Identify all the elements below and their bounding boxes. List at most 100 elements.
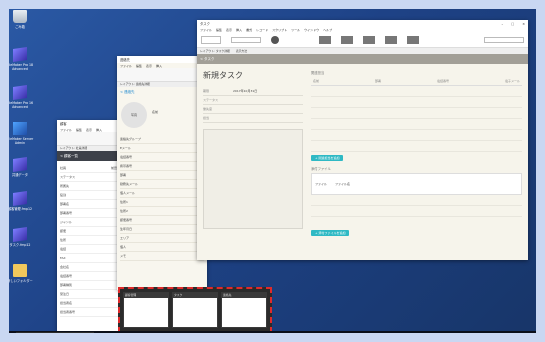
contact-field-label[interactable]: 郵便番号 bbox=[120, 216, 204, 225]
attachment-heading: 添付ファイル bbox=[311, 167, 331, 171]
record-counter[interactable] bbox=[231, 36, 261, 43]
col-dept: 部署 bbox=[374, 79, 381, 83]
menu-format[interactable]: 書式 bbox=[246, 28, 252, 32]
field-label: 郵便 bbox=[60, 229, 67, 233]
maximize-button[interactable]: □ bbox=[511, 22, 514, 26]
contact-field-label[interactable]: 個人メール bbox=[120, 189, 204, 198]
search-box[interactable]: ここに入力して検索 bbox=[16, 332, 94, 341]
record-nav[interactable] bbox=[201, 35, 221, 44]
menu-edit[interactable]: 編集 bbox=[76, 128, 82, 132]
back-link[interactable]: < タスク bbox=[197, 54, 528, 64]
quick-find-input[interactable] bbox=[484, 36, 524, 43]
menu-insert[interactable]: 挿入 bbox=[156, 64, 162, 68]
find-icon[interactable] bbox=[363, 35, 375, 44]
contact-field-label[interactable]: メモ bbox=[120, 252, 204, 261]
thumbnail-customer[interactable]: 顧客管理 bbox=[123, 292, 169, 328]
name-label: 名前 bbox=[152, 110, 159, 114]
field-row: 電話 bbox=[60, 245, 124, 254]
field-label: ジャンル bbox=[60, 220, 72, 224]
contact-field-label[interactable]: 電話番号 bbox=[120, 153, 204, 162]
thumbnail-contacts[interactable]: 連絡先 bbox=[221, 292, 267, 328]
desktop-icon-filemaker-16[interactable]: FileMaker Pro 16 Advanced bbox=[3, 85, 37, 109]
field-row: 部署番号 bbox=[60, 209, 124, 218]
menu-file[interactable]: ファイル bbox=[60, 128, 72, 132]
task-view-icon[interactable] bbox=[97, 333, 104, 340]
task-field-label: ステータス bbox=[203, 98, 219, 102]
sort-icon[interactable] bbox=[385, 35, 397, 44]
related-header-row: 名前 部署 電話番号 電子メール bbox=[311, 77, 522, 86]
contact-field-label[interactable]: 部署 bbox=[120, 171, 204, 180]
related-portal[interactable] bbox=[311, 86, 522, 152]
edge-icon[interactable] bbox=[123, 333, 130, 340]
field-label: 社員 bbox=[60, 166, 67, 170]
close-button[interactable]: × bbox=[522, 22, 525, 26]
attachment-row[interactable]: ファイル ファイル名 bbox=[311, 173, 522, 195]
contact-field-label[interactable]: 連絡先グループ bbox=[120, 135, 204, 144]
menu-file[interactable]: ファイル bbox=[120, 64, 132, 68]
field-label: 役割 bbox=[60, 193, 67, 197]
desktop-icon-filemaker-18[interactable]: FileMaker Pro 18 Advanced bbox=[3, 47, 37, 71]
related-heading: 関連担当 bbox=[311, 71, 325, 75]
contact-field-label[interactable]: 勤務先メール bbox=[120, 180, 204, 189]
menu-tools[interactable]: ツール bbox=[291, 28, 300, 32]
minimize-button[interactable]: – bbox=[501, 22, 503, 26]
add-related-button[interactable]: + 関連担当を追加 bbox=[311, 155, 344, 161]
field-row: 担当者名 bbox=[60, 299, 124, 308]
menu-view[interactable]: 表示 bbox=[146, 64, 152, 68]
task-field-value[interactable]: 2017年10月31日 bbox=[233, 89, 257, 93]
explorer-icon[interactable] bbox=[110, 333, 117, 340]
contact-field-label[interactable]: Eメール bbox=[120, 144, 204, 153]
menu-window[interactable]: ウインドウ bbox=[304, 28, 319, 32]
menu-view[interactable]: 表示 bbox=[226, 28, 232, 32]
contact-field-label[interactable]: エリア bbox=[120, 234, 204, 243]
menu-edit[interactable]: 編集 bbox=[216, 28, 222, 32]
menu-file[interactable]: ファイル bbox=[200, 28, 212, 32]
attachment-portal[interactable] bbox=[311, 195, 522, 227]
field-row: 会社名 bbox=[60, 263, 124, 272]
menu-insert[interactable]: 挿入 bbox=[236, 28, 242, 32]
share-icon[interactable] bbox=[407, 35, 419, 44]
thumbnail-task[interactable]: タスク bbox=[172, 292, 218, 328]
contact-field-label[interactable]: 住所1 bbox=[120, 198, 204, 207]
avatar[interactable]: 写真 bbox=[121, 102, 147, 128]
menu-scripts[interactable]: スクリプト bbox=[272, 28, 287, 32]
back-link[interactable]: < 連絡先 bbox=[117, 87, 207, 98]
field-label: 部署番号 bbox=[60, 211, 73, 215]
menu-view[interactable]: 表示 bbox=[86, 128, 92, 132]
menu-edit[interactable]: 編集 bbox=[136, 64, 142, 68]
menu-help[interactable]: ヘルプ bbox=[323, 28, 332, 32]
contact-field-label[interactable]: 住所2 bbox=[120, 207, 204, 216]
desktop-icon-server-admin[interactable]: FileMaker Server Admin bbox=[3, 122, 37, 145]
desktop-icon-common[interactable]: 共通データ bbox=[3, 157, 37, 177]
menu-records[interactable]: レコード bbox=[256, 28, 268, 32]
clock-date[interactable]: 2019/10/30 bbox=[516, 336, 533, 340]
field-label: FAX bbox=[60, 256, 66, 260]
start-icon[interactable] bbox=[4, 333, 10, 340]
desktop-icon-folder[interactable]: 新しいフォルダー bbox=[3, 264, 37, 283]
task-window[interactable]: タスク – □ × ファイル 編集 表示 挿入 書式 レコード スクリプト ツー… bbox=[197, 20, 528, 260]
filemaker-icon bbox=[13, 47, 27, 62]
contacts-window[interactable]: 連絡先 ファイル 編集 表示 挿入 レイアウト: 連絡先詳細 < 連絡先 写真 … bbox=[117, 56, 207, 290]
view-as[interactable]: 表示方法 bbox=[236, 49, 247, 53]
desktop-icon-recycle-bin[interactable]: ごみ箱 bbox=[3, 10, 37, 29]
notes-field[interactable] bbox=[203, 129, 303, 229]
contact-fields: 連絡先グループ Eメール 電話番号 携帯番号 部署 勤務先メール 個人メール 住所1 住所2 郵便… bbox=[117, 132, 207, 264]
ime-indicator[interactable]: A bbox=[510, 335, 512, 339]
show-desktop-button[interactable] bbox=[537, 333, 541, 340]
contact-field-label[interactable]: 個人 bbox=[120, 243, 204, 252]
task-title[interactable]: 新規タスク bbox=[203, 70, 303, 81]
desktop-icon-task[interactable]: タスク.fmp12 bbox=[3, 227, 37, 247]
contact-field-label[interactable]: 携帯番号 bbox=[120, 162, 204, 171]
menu-insert[interactable]: 挿入 bbox=[96, 128, 102, 132]
add-attachment-button[interactable]: + 添付ファイルを追加 bbox=[311, 230, 350, 236]
recycle-bin-icon bbox=[13, 10, 27, 23]
folder-icon bbox=[13, 264, 27, 277]
contact-field-label[interactable]: 生年月日 bbox=[120, 225, 204, 234]
field-label: 電話番号 bbox=[60, 274, 73, 278]
new-record-icon[interactable] bbox=[319, 35, 331, 44]
desktop-icon-customer[interactable]: 顧客管理.fmp12 bbox=[3, 191, 37, 211]
layout-selector[interactable]: レイアウト: タスク詳細 bbox=[200, 49, 230, 53]
filemaker-taskbar-icon[interactable] bbox=[136, 333, 143, 340]
delete-record-icon[interactable] bbox=[341, 35, 353, 44]
field-row: 受注日 bbox=[60, 290, 124, 299]
